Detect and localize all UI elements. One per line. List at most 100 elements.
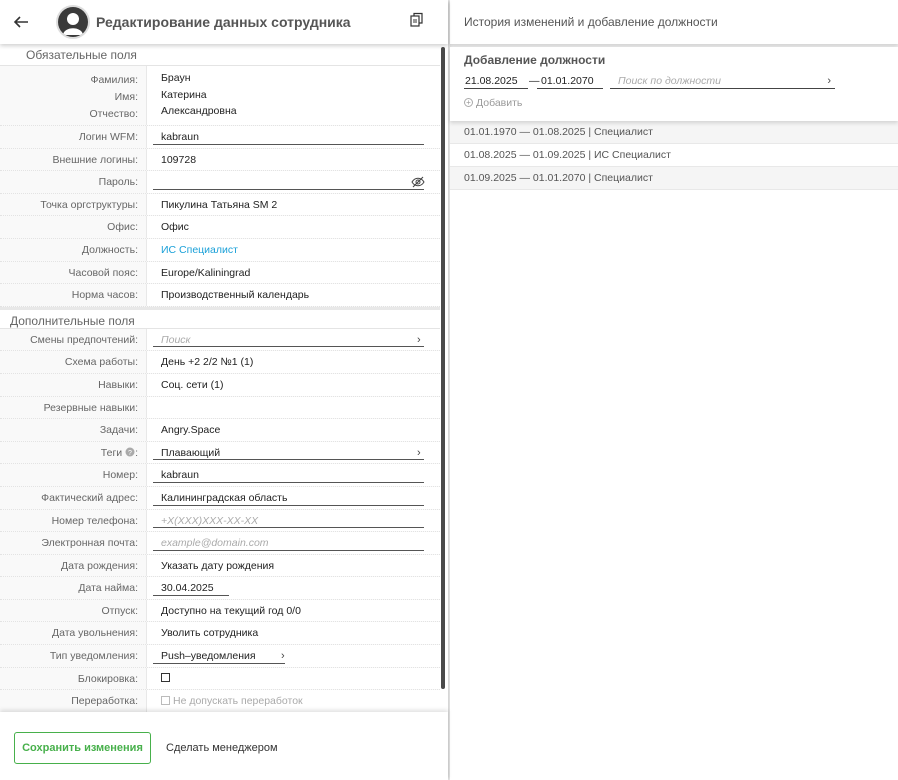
back-arrow-icon[interactable] xyxy=(11,12,31,32)
eye-slash-icon[interactable] xyxy=(411,176,425,188)
skills-value[interactable]: Соц. сети (1) xyxy=(147,373,440,396)
tags-value: Плавающий xyxy=(161,446,221,459)
tags-select[interactable]: Плавающий › xyxy=(147,441,440,464)
tasks-value[interactable]: Angry.Space xyxy=(147,419,440,441)
hours-norm-label: Норма часов: xyxy=(0,284,147,306)
row-overtime: Переработка: Не допускать переработок xyxy=(0,690,440,712)
page-title: Редактирование данных сотрудника xyxy=(96,14,351,30)
phone-input[interactable]: +X(XXX)XXX-XX-XX xyxy=(147,509,440,532)
chevron-right-icon[interactable]: › xyxy=(417,329,421,351)
dismiss-employee-link[interactable]: Уволить сотрудника xyxy=(147,622,440,645)
copy-icon[interactable] xyxy=(409,12,425,28)
history-item[interactable]: 01.08.2025 — 01.09.2025 | ИС Специалист xyxy=(450,144,898,167)
position-label: Должность: xyxy=(0,238,147,261)
surname-value[interactable]: Браун xyxy=(161,70,440,87)
add-position-title: Добавление должности xyxy=(464,53,606,67)
save-changes-button[interactable]: Сохранить изменения xyxy=(14,732,151,764)
patronymic-value[interactable]: Александровна xyxy=(161,103,440,120)
number-input[interactable]: kabraun xyxy=(147,464,440,486)
chevron-right-icon[interactable]: › xyxy=(281,645,285,667)
tags-label-suffix: : xyxy=(135,446,138,459)
row-shift-prefs: Смены предпочтений: Поиск › xyxy=(0,328,440,352)
hours-norm-value[interactable]: Производственный календарь xyxy=(147,284,440,306)
org-point-value[interactable]: Пикулина Татьяна SM 2 xyxy=(147,193,440,216)
email-label: Электронная почта: xyxy=(0,532,147,554)
password-input[interactable] xyxy=(147,171,440,193)
notification-type-value: Push–уведомления xyxy=(161,650,256,663)
chevron-right-icon[interactable]: › xyxy=(417,442,421,464)
overtime-checkbox[interactable] xyxy=(161,695,170,705)
help-circle-icon[interactable]: ? xyxy=(125,447,135,457)
birth-date-label: Дата рождения: xyxy=(0,554,147,577)
chevron-right-icon[interactable]: › xyxy=(827,73,831,89)
row-skills: Навыки: Соц. сети (1) xyxy=(0,373,440,397)
notification-type-label: Тип уведомления: xyxy=(0,645,147,667)
position-link[interactable]: ИС Специалист xyxy=(161,244,238,256)
email-placeholder: example@domain.com xyxy=(161,537,269,550)
office-label: Офис: xyxy=(0,216,147,238)
blocking-cell xyxy=(147,667,440,690)
name-value[interactable]: Катерина xyxy=(161,87,440,104)
dismissal-date-label: Дата увольнения: xyxy=(0,622,147,645)
add-position-label: Добавить xyxy=(476,97,523,109)
scrollbar[interactable] xyxy=(441,47,445,689)
shift-prefs-search[interactable]: Поиск › xyxy=(147,328,440,351)
tags-label: Теги ? : xyxy=(0,441,147,464)
position-search-input[interactable]: Поиск по должности › xyxy=(610,73,835,89)
blocking-label: Блокировка: xyxy=(0,667,147,690)
hire-date-input[interactable]: 30.04.2025 xyxy=(147,577,440,599)
row-address: Фактический адрес: Калининградская облас… xyxy=(0,486,440,510)
timezone-value[interactable]: Europe/Kaliningrad xyxy=(147,261,440,284)
hire-date-label: Дата найма: xyxy=(0,577,147,599)
row-reserve-skills: Резервные навыки: xyxy=(0,396,440,420)
row-email: Электронная почта: example@domain.com xyxy=(0,532,440,555)
login-wfm-input[interactable]: kabraun xyxy=(147,126,440,148)
history-item[interactable]: 01.01.1970 — 01.08.2025 | Специалист xyxy=(450,121,898,144)
work-scheme-value[interactable]: День +2 2/2 №1 (1) xyxy=(147,351,440,373)
svg-text:?: ? xyxy=(128,450,132,457)
notification-type-select[interactable]: Push–уведомления › xyxy=(147,645,440,667)
row-position: Должность: ИС Специалист xyxy=(0,238,440,262)
address-input[interactable]: Калининградская область xyxy=(147,486,440,509)
panel-header: Редактирование данных сотрудника xyxy=(0,0,448,44)
vacation-label: Отпуск: xyxy=(0,599,147,622)
fio-block: Фамилия: Имя: Отчество: Браун Катерина А… xyxy=(0,66,440,126)
add-position-button[interactable]: + Добавить xyxy=(464,97,522,109)
patronymic-label: Отчество: xyxy=(89,108,138,120)
external-logins-value[interactable]: 109728 xyxy=(147,148,440,171)
row-dismissal-date: Дата увольнения: Уволить сотрудника xyxy=(0,622,440,646)
reserve-skills-value[interactable] xyxy=(147,396,440,419)
avatar xyxy=(58,7,88,37)
overtime-label: Переработка: xyxy=(0,690,147,712)
blocking-checkbox[interactable] xyxy=(161,673,170,683)
plus-circle-icon: + xyxy=(464,97,473,107)
row-work-scheme: Схема работы: День +2 2/2 №1 (1) xyxy=(0,351,440,374)
date-to-input[interactable]: 01.01.2070 xyxy=(537,73,603,89)
additional-section-title: Дополнительные поля xyxy=(0,306,440,329)
form-scroll-area[interactable]: Обязательные поля Фамилия: Имя: Отчество… xyxy=(0,44,440,712)
tags-label-text: Теги xyxy=(100,446,123,459)
external-logins-label: Внешние логины: xyxy=(0,148,147,171)
birth-date-link[interactable]: Указать дату рождения xyxy=(147,554,440,577)
shift-prefs-label: Смены предпочтений: xyxy=(0,328,147,351)
employee-edit-panel: Редактирование данных сотрудника Обязате… xyxy=(0,0,448,780)
work-scheme-label: Схема работы: xyxy=(0,351,147,373)
position-value[interactable]: ИС Специалист xyxy=(147,238,440,261)
office-value[interactable]: Офис xyxy=(147,216,440,238)
row-vacation: Отпуск: Доступно на текущий год 0/0 xyxy=(0,599,440,623)
history-header: История изменений и добавление должности xyxy=(450,0,898,44)
row-hire-date: Дата найма: 30.04.2025 xyxy=(0,577,440,600)
history-title: История изменений и добавление должности xyxy=(464,15,718,29)
make-manager-button[interactable]: Сделать менеджером xyxy=(166,732,278,764)
name-label: Имя: xyxy=(114,91,138,103)
row-hours-norm: Норма часов: Производственный календарь xyxy=(0,284,440,307)
address-label: Фактический адрес: xyxy=(0,486,147,509)
history-item[interactable]: 01.09.2025 — 01.01.2070 | Специалист xyxy=(450,167,898,190)
row-notification-type: Тип уведомления: Push–уведомления › xyxy=(0,645,440,668)
row-login-wfm: Логин WFM: kabraun xyxy=(0,126,440,149)
reserve-skills-label: Резервные навыки: xyxy=(0,396,147,419)
overtime-text: Не допускать переработок xyxy=(173,695,303,708)
email-input[interactable]: example@domain.com xyxy=(147,532,440,554)
timezone-label: Часовой пояс: xyxy=(0,261,147,284)
date-from-input[interactable]: 21.08.2025 xyxy=(464,73,528,89)
